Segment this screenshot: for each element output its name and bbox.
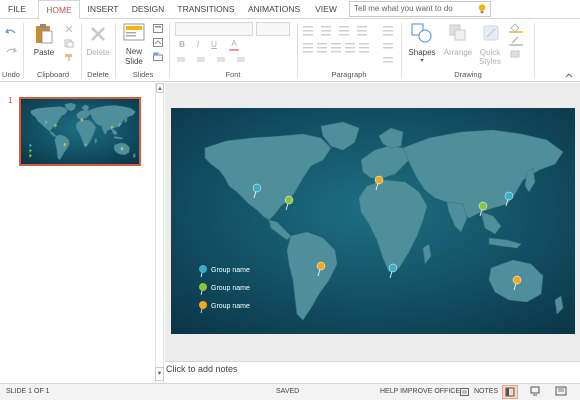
group-separator <box>534 23 535 79</box>
slide-sorter-view-button[interactable] <box>528 385 544 399</box>
notes-placeholder[interactable]: Click to add notes <box>166 364 238 374</box>
slide-sorter-icon <box>530 386 540 396</box>
thumbnail-scrollbar[interactable]: ▲ <box>155 83 164 383</box>
tab-file[interactable]: FILE <box>0 0 34 19</box>
help-improve-office-link[interactable]: HELP IMPROVE OFFICE <box>380 388 460 395</box>
layout-icon[interactable] <box>153 24 163 33</box>
arrange-icon[interactable] <box>448 23 468 43</box>
tab-transitions[interactable]: TRANSITIONS <box>172 0 240 19</box>
group-separator <box>23 23 24 79</box>
legend-label-2: Group name <box>211 285 250 292</box>
font-color-button[interactable]: A <box>229 39 239 48</box>
section-icon[interactable] <box>153 52 163 61</box>
group-label-clipboard: Clipboard <box>36 70 70 79</box>
font-size-dropdown[interactable] <box>256 22 290 36</box>
new-slide-icon[interactable] <box>123 23 145 41</box>
underline-button[interactable]: U <box>209 40 219 49</box>
undo-icon[interactable] <box>5 27 17 37</box>
normal-view-icon <box>505 387 515 397</box>
scroll-up-arrow[interactable]: ▲ <box>156 83 164 93</box>
saved-status: SAVED <box>276 388 300 395</box>
group-label-undo: Undo <box>2 70 20 79</box>
legend-label-3: Group name <box>211 303 250 310</box>
slide-thumbnail-number: 1 <box>8 96 13 105</box>
slide-thumbnail[interactable] <box>19 97 141 166</box>
thumbnail-map-preview <box>21 99 139 164</box>
font-name-dropdown[interactable] <box>175 22 253 36</box>
format-painter-icon[interactable] <box>64 53 74 62</box>
quick-styles-icon[interactable] <box>481 23 501 43</box>
tell-me-placeholder: Tell me what you want to do <box>354 4 453 13</box>
reading-view-icon <box>555 386 567 396</box>
group-label-paragraph: Paragraph <box>331 70 367 79</box>
slide-counter: SLIDE 1 OF 1 <box>6 388 50 395</box>
notes-icon[interactable] <box>460 388 469 396</box>
bold-button[interactable]: B <box>177 40 187 49</box>
group-label-drawing: Drawing <box>454 70 482 79</box>
arrange-button-label[interactable]: Arrange <box>440 48 476 57</box>
italic-button[interactable]: I <box>193 40 203 49</box>
delete-x-icon[interactable] <box>89 25 107 43</box>
tab-view[interactable]: VIEW <box>308 0 344 19</box>
ribbon-tab-bar: FILE HOME INSERT DESIGN TRANSITIONS ANIM… <box>0 0 580 20</box>
reset-icon[interactable] <box>153 38 163 47</box>
group-label-slides: Slides <box>132 70 154 79</box>
reading-view-button[interactable] <box>554 385 570 399</box>
notes-pane[interactable]: Click to add notes <box>165 361 580 383</box>
redo-icon[interactable] <box>5 46 17 56</box>
tab-insert[interactable]: INSERT <box>82 0 124 19</box>
paste-button-label[interactable]: Paste <box>28 48 60 57</box>
new-slide-label-line1[interactable]: New <box>119 47 149 56</box>
tell-me-search-box[interactable]: Tell me what you want to do <box>349 1 491 17</box>
paragraph-controls <box>303 23 399 65</box>
lightbulb-icon <box>478 4 486 14</box>
copy-icon[interactable] <box>64 39 74 48</box>
new-slide-label-line2[interactable]: Slide <box>119 57 149 66</box>
notes-toggle-label[interactable]: NOTES <box>474 388 498 395</box>
shapes-button-label[interactable]: Shapes <box>406 48 438 57</box>
font-color-bar <box>229 49 239 51</box>
tab-home[interactable]: HOME <box>38 0 80 20</box>
shapes-dropdown-arrow[interactable]: ▾ <box>406 57 438 66</box>
tab-design[interactable]: DESIGN <box>126 0 170 19</box>
shape-fill-icon[interactable] <box>509 23 523 33</box>
shapes-icon[interactable] <box>410 22 434 44</box>
legend-label-1: Group name <box>211 267 250 274</box>
tab-animations[interactable]: ANIMATIONS <box>242 0 306 19</box>
shape-effects-icon[interactable] <box>509 49 523 59</box>
notes-scroll-arrow[interactable]: ▼ <box>155 367 164 381</box>
normal-view-button[interactable] <box>502 385 518 399</box>
cut-icon[interactable] <box>64 25 74 33</box>
delete-button-label[interactable]: Delete <box>82 48 114 57</box>
slide-canvas[interactable]: Group name Group name Group name <box>171 108 575 334</box>
shape-outline-icon[interactable] <box>509 36 523 46</box>
status-bar: SLIDE 1 OF 1 SAVED HELP IMPROVE OFFICE N… <box>0 383 580 400</box>
quick-styles-label-line2[interactable]: Styles <box>474 57 506 66</box>
group-label-font: Font <box>225 70 241 79</box>
collapse-ribbon-icon[interactable] <box>565 72 573 78</box>
world-map-slide: Group name Group name Group name <box>171 108 575 334</box>
group-label-delete: Delete <box>87 70 109 79</box>
font-more-controls <box>177 55 287 63</box>
quick-styles-label-line1[interactable]: Quick <box>474 48 506 57</box>
paste-icon[interactable] <box>34 23 54 45</box>
powerpoint-window: FILE HOME INSERT DESIGN TRANSITIONS ANIM… <box>0 0 580 400</box>
ribbon-home: Undo Paste Clipboard Delete Delete New S… <box>0 19 580 82</box>
